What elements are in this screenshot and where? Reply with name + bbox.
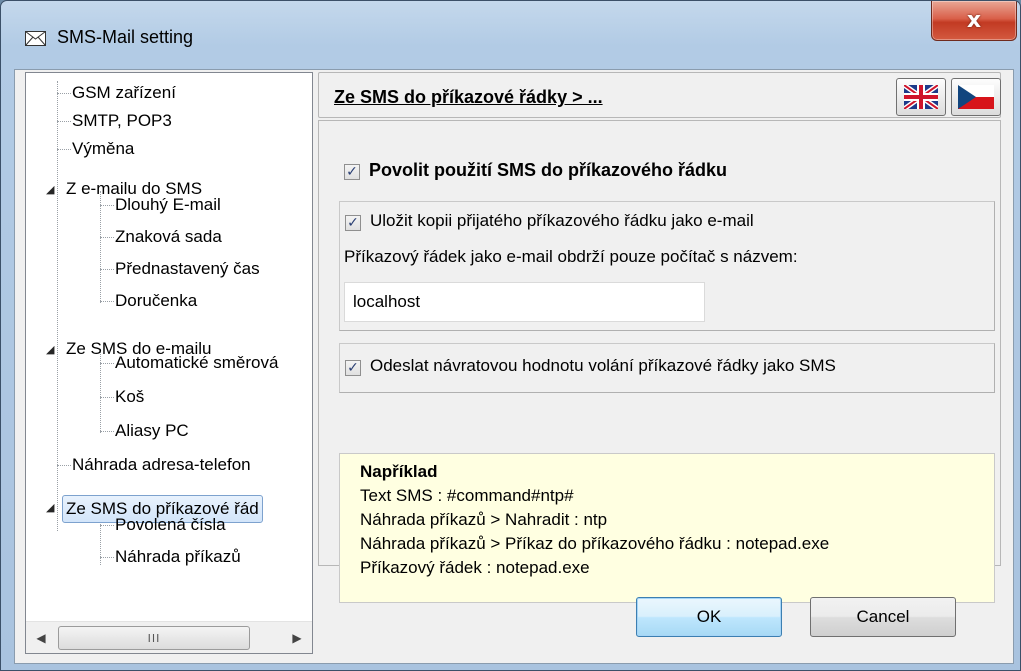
tree-item-auto-routing[interactable]: Automatické směrová <box>115 349 278 377</box>
checkmark-icon: ✓ <box>347 215 359 231</box>
tree-item-pc-aliases[interactable]: Aliasy PC <box>115 417 189 445</box>
send-return-label: Odeslat návratovou hodnotu volání příkaz… <box>370 356 836 375</box>
example-line: Náhrada příkazů > Příkaz do příkazového … <box>360 534 830 553</box>
tree-item-command-replace[interactable]: Náhrada příkazů <box>115 543 241 571</box>
tree-body: ◢ ◢ ◢ GSM zařízení SMTP, POP3 Výměna Z e… <box>26 73 312 621</box>
computer-name-input[interactable]: localhost <box>344 282 705 322</box>
uk-flag-icon <box>904 85 938 109</box>
example-line: Náhrada příkazů > Nahradit : ntp <box>360 510 608 529</box>
settings-panel: Ze SMS do příkazové řádky > ... ✓ Povoli… <box>318 72 1001 654</box>
tree-item-long-email[interactable]: Dlouhý E-mail <box>115 191 221 219</box>
tree-guide-line <box>100 191 101 303</box>
save-copy-group: ✓ Uložit kopii přijatého příkazového řád… <box>339 201 995 331</box>
settings-window: SMS-Mail setting x ◢ ◢ ◢ GSM zařízení SM… <box>0 0 1021 671</box>
close-button[interactable]: x <box>931 1 1017 41</box>
collapse-arrow-icon[interactable]: ◢ <box>46 184 54 195</box>
settings-tree[interactable]: ◢ ◢ ◢ GSM zařízení SMTP, POP3 Výměna Z e… <box>25 72 313 654</box>
save-copy-checkbox[interactable]: ✓ <box>345 215 361 231</box>
checkmark-icon: ✓ <box>347 360 359 376</box>
envelope-icon <box>25 31 46 46</box>
dialog-footer: OK Cancel <box>318 569 1001 654</box>
save-copy-label: Uložit kopii přijatého příkazového řádku… <box>370 211 754 230</box>
collapse-arrow-icon[interactable]: ◢ <box>46 502 54 513</box>
title-bar[interactable]: SMS-Mail setting x <box>1 1 1020 69</box>
computer-name-label: Příkazový řádek jako e-mail obdrží pouze… <box>344 247 798 266</box>
window-title: SMS-Mail setting <box>57 27 194 47</box>
scroll-left-icon[interactable]: ◀ <box>30 626 52 650</box>
checkmark-icon: ✓ <box>346 164 358 180</box>
tree-item-allowed-numbers[interactable]: Povolená čísla <box>115 511 226 539</box>
tree-item-address-phone[interactable]: Náhrada adresa-telefon <box>72 451 251 479</box>
tree-item-charset[interactable]: Znaková sada <box>115 223 222 251</box>
czech-flag-button[interactable] <box>951 78 1001 116</box>
dialog-client-area: ◢ ◢ ◢ GSM zařízení SMTP, POP3 Výměna Z e… <box>14 69 1014 664</box>
czech-flag-icon <box>958 85 994 109</box>
ok-button[interactable]: OK <box>636 597 782 637</box>
english-flag-button[interactable] <box>896 78 946 116</box>
collapse-arrow-icon[interactable]: ◢ <box>46 344 54 355</box>
panel-header: Ze SMS do příkazové řádky > ... <box>318 72 1001 118</box>
tree-item-exchange[interactable]: Výměna <box>72 135 134 163</box>
send-return-checkbox[interactable]: ✓ <box>345 360 361 376</box>
tree-horizontal-scrollbar[interactable]: ◀ III ▶ <box>26 621 312 653</box>
tree-item-gsm[interactable]: GSM zařízení <box>72 79 176 107</box>
tree-item-smtp-pop3[interactable]: SMTP, POP3 <box>72 107 172 135</box>
send-return-group: ✓ Odeslat návratovou hodnotu volání přík… <box>339 343 995 393</box>
scroll-thumb[interactable]: III <box>58 626 250 650</box>
enable-cmdline-label: Povolit použití SMS do příkazového řádku <box>369 160 728 180</box>
settings-content: ✓ Povolit použití SMS do příkazového řád… <box>318 120 1001 603</box>
example-line: Text SMS : #command#ntp# <box>360 486 574 505</box>
tree-item-preset-time[interactable]: Přednastavený čas <box>115 255 260 283</box>
scroll-right-icon[interactable]: ▶ <box>286 626 308 650</box>
close-icon: x <box>966 8 982 33</box>
section-title: Ze SMS do příkazové řádky > ... <box>334 87 603 107</box>
tree-item-receipt[interactable]: Doručenka <box>115 287 197 315</box>
enable-cmdline-checkbox[interactable]: ✓ <box>344 164 360 180</box>
example-heading: Například <box>360 462 438 481</box>
tree-item-trash[interactable]: Koš <box>115 383 144 411</box>
cancel-button[interactable]: Cancel <box>810 597 956 637</box>
